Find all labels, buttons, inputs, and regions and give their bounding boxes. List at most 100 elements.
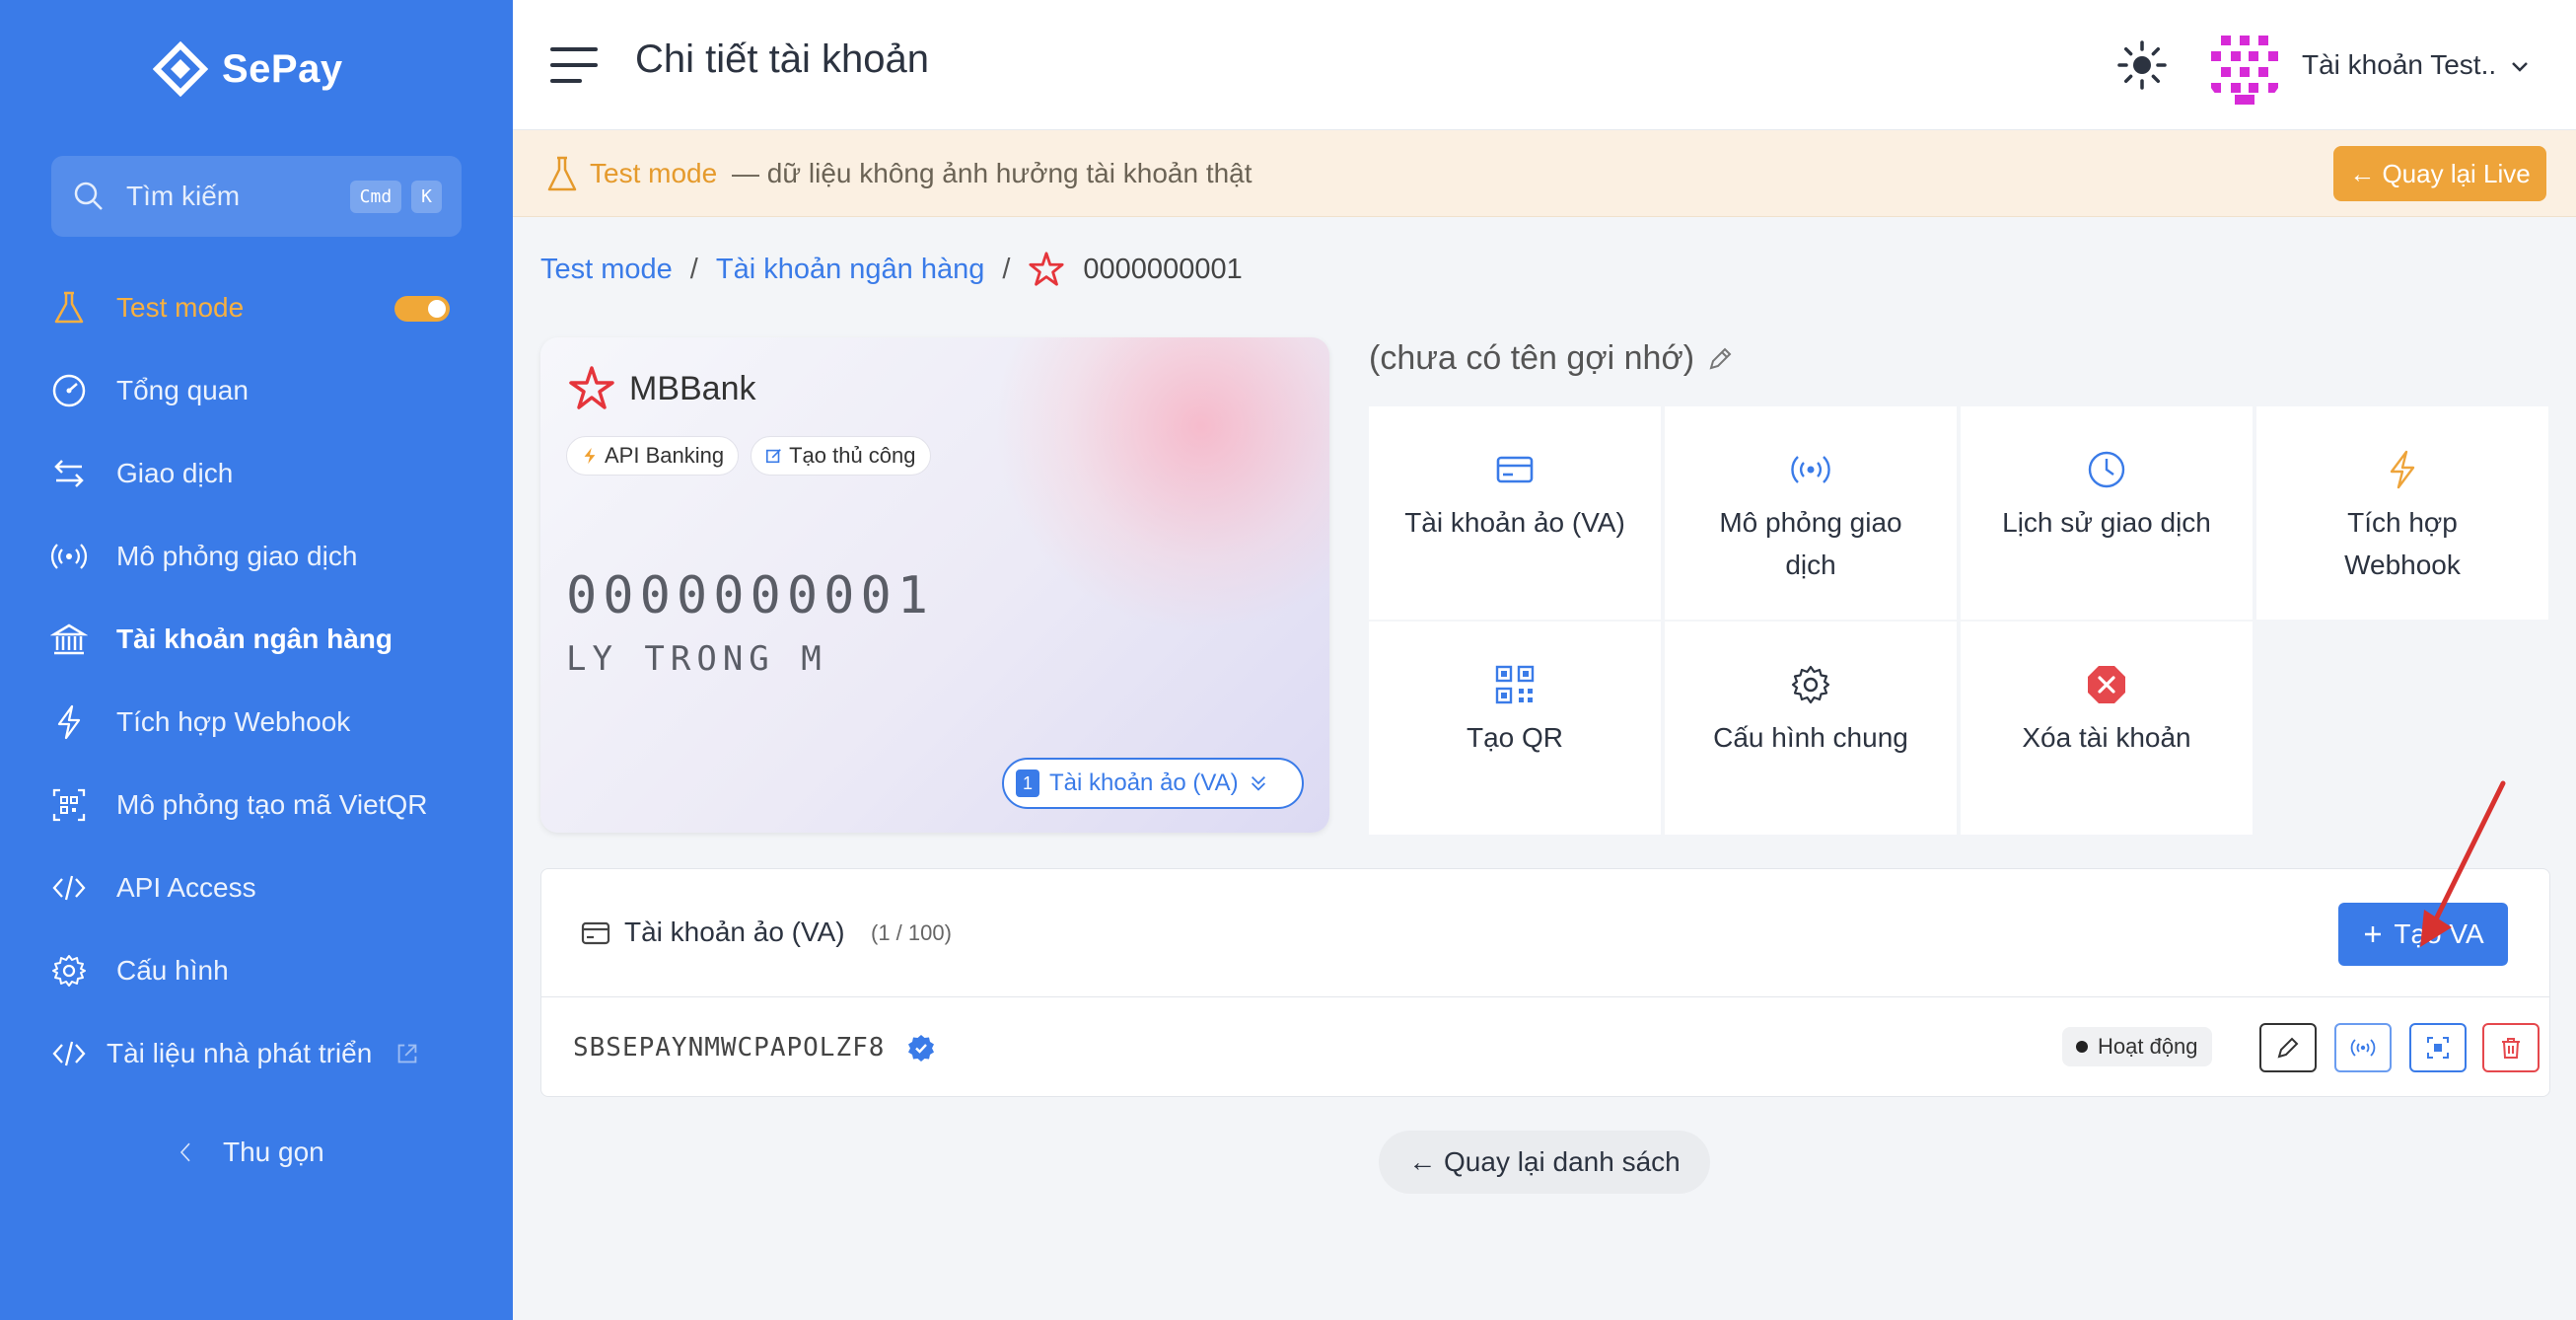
virtual-accounts-title: Tài khoản ảo (VA) <box>624 917 845 947</box>
bank-name: MBBank <box>629 369 756 407</box>
chip-label: API Banking <box>605 443 725 468</box>
breadcrumb-test-mode[interactable]: Test mode <box>540 254 673 286</box>
banner-description: — dữ liệu không ảnh hưởng tài khoản thật <box>732 158 1252 188</box>
table-row: SBSEPAYNMWCPAPOLZF8 Hoạt động <box>541 997 2549 1098</box>
logo[interactable]: SePay <box>153 37 343 101</box>
status-badge: Hoạt động <box>2062 1027 2212 1066</box>
delete-va-button[interactable] <box>2482 1023 2540 1072</box>
pencil-icon[interactable] <box>1706 345 1734 373</box>
action-delete-account[interactable]: Xóa tài khoản <box>1961 622 2253 835</box>
card-chips: API Banking Tạo thủ công <box>566 436 931 476</box>
page-title: Chi tiết tài khoản <box>635 37 929 81</box>
sidebar-item-settings[interactable]: Cấu hình <box>0 929 513 1012</box>
sidebar-item-label: Test mode <box>116 292 245 323</box>
mbbank-logo-icon <box>569 366 614 409</box>
theme-toggle-sun-icon[interactable] <box>2116 39 2168 91</box>
va-pill-label: Tài khoản ảo (VA) <box>1049 770 1239 796</box>
brand-name: SePay <box>222 46 343 91</box>
lightning-icon <box>57 704 81 740</box>
simulate-va-button[interactable] <box>2334 1023 2392 1072</box>
search-input[interactable]: Tìm kiếm Cmd K <box>51 156 462 237</box>
account-name[interactable]: Tài khoản Test.. <box>2302 49 2496 81</box>
sidebar-item-label: Tài liệu nhà phát triển <box>107 1038 373 1068</box>
gear-icon <box>52 955 86 987</box>
search-icon <box>74 182 103 210</box>
collapse-sidebar-button[interactable]: Thu gọn <box>178 1137 324 1168</box>
sidebar-item-webhook[interactable]: Tích hợp Webhook <box>0 681 513 764</box>
sidebar-item-label: Tích hợp Webhook <box>116 706 351 737</box>
code-icon <box>52 1041 86 1066</box>
dashboard-icon <box>52 374 86 407</box>
action-label: Cấu hình chung <box>1713 722 1908 753</box>
sidebar-item-test-mode[interactable]: Test mode <box>0 266 513 349</box>
test-mode-toggle[interactable] <box>394 296 450 322</box>
broadcast-icon <box>2350 1039 2376 1057</box>
broadcast-icon <box>50 544 88 569</box>
user-avatar[interactable] <box>2205 28 2284 107</box>
breadcrumb-current: 0000000001 <box>1083 253 1243 285</box>
edit-va-button[interactable] <box>2259 1023 2317 1072</box>
transfer-icon <box>54 460 84 487</box>
code-icon <box>52 875 86 901</box>
search-placeholder: Tìm kiếm <box>126 181 241 211</box>
account-nickname[interactable]: (chưa có tên gợi nhớ) <box>1369 339 1734 378</box>
external-link-icon <box>397 1044 417 1063</box>
sidebar: SePay Tìm kiếm Cmd K Test mode Tổng quan… <box>0 0 513 1320</box>
sidebar-nav: Test mode Tổng quan Giao dịch Mô phỏng g… <box>0 266 513 1095</box>
broadcast-icon <box>1791 456 1830 483</box>
bank-account-card: MBBank API Banking Tạo thủ công 00000000… <box>540 337 1329 833</box>
card-icon <box>1496 456 1534 483</box>
chip-label: Tạo thủ công <box>789 443 916 468</box>
status-label: Hoạt động <box>2098 1034 2198 1059</box>
sidebar-item-label: API Access <box>116 872 256 903</box>
sidebar-item-label: Tổng quan <box>116 375 249 405</box>
action-label: Tích hợp Webhook <box>2344 507 2461 581</box>
clock-icon <box>2088 451 2125 488</box>
va-count-badge: 1 <box>1016 770 1039 797</box>
qr-icon <box>52 788 86 822</box>
shortcut-cmd: Cmd <box>349 180 402 213</box>
chevron-down-icon[interactable] <box>2509 55 2531 77</box>
sidebar-item-transactions[interactable]: Giao dịch <box>0 432 513 515</box>
chevron-left-icon <box>179 1142 190 1162</box>
va-dropdown-pill[interactable]: 1 Tài khoản ảo (VA) <box>1002 758 1304 809</box>
qr-va-button[interactable] <box>2409 1023 2467 1072</box>
hamburger-menu-icon[interactable] <box>550 45 598 85</box>
sidebar-item-developer-docs[interactable]: Tài liệu nhà phát triển <box>0 1012 513 1095</box>
account-actions-grid: Tài khoản ảo (VA) Mô phỏng giao dịch Lịc… <box>1369 406 2550 835</box>
sidebar-item-simulate-transaction[interactable]: Mô phỏng giao dịch <box>0 515 513 598</box>
sidebar-item-label: Tài khoản ngân hàng <box>116 623 394 654</box>
action-transaction-history[interactable]: Lịch sử giao dịch <box>1961 406 2253 620</box>
sidebar-item-label: Mô phỏng giao dịch <box>116 541 358 571</box>
verified-badge-icon <box>908 1035 934 1062</box>
sidebar-item-api-access[interactable]: API Access <box>0 846 513 929</box>
plus-icon <box>2365 926 2382 942</box>
sidebar-item-label: Cấu hình <box>116 955 229 986</box>
breadcrumb-separator: / <box>689 253 698 285</box>
action-create-qr[interactable]: Tạo QR <box>1369 622 1661 835</box>
breadcrumb-bank-accounts[interactable]: Tài khoản ngân hàng <box>716 254 985 286</box>
breadcrumb-separator: / <box>1002 253 1011 285</box>
action-simulate-transaction[interactable]: Mô phỏng giao dịch <box>1665 406 1957 620</box>
virtual-accounts-header: Tài khoản ảo (VA) (1 / 100) Tạo VA <box>541 869 2549 997</box>
action-label: Tài khoản ảo (VA) <box>1404 507 1625 538</box>
action-general-settings[interactable]: Cấu hình chung <box>1665 622 1957 835</box>
back-to-list-button[interactable]: ← Quay lại danh sách <box>1379 1131 1710 1194</box>
flask-icon <box>547 156 577 191</box>
action-virtual-accounts[interactable]: Tài khoản ảo (VA) <box>1369 406 1661 620</box>
delete-icon <box>2088 666 2125 703</box>
virtual-accounts-limit: (1 / 100) <box>871 920 952 945</box>
banner-title: Test mode <box>590 158 718 188</box>
sidebar-item-overview[interactable]: Tổng quan <box>0 349 513 432</box>
collapse-label: Thu gọn <box>223 1137 324 1167</box>
action-label: Tạo QR <box>1466 722 1564 753</box>
top-header: Chi tiết tài khoản Tài khoản Test.. <box>513 0 2576 130</box>
double-chevron-down-icon <box>1251 775 1265 791</box>
sidebar-item-vietqr[interactable]: Mô phỏng tạo mã VietQR <box>0 764 513 846</box>
flask-icon <box>54 291 84 324</box>
gear-icon <box>1791 665 1830 704</box>
sidebar-item-bank-accounts[interactable]: Tài khoản ngân hàng <box>0 598 513 681</box>
back-to-live-button[interactable]: ← Quay lại Live <box>2333 146 2546 201</box>
lightning-icon <box>2390 450 2415 489</box>
action-webhook-integration[interactable]: Tích hợp Webhook <box>2256 406 2548 620</box>
